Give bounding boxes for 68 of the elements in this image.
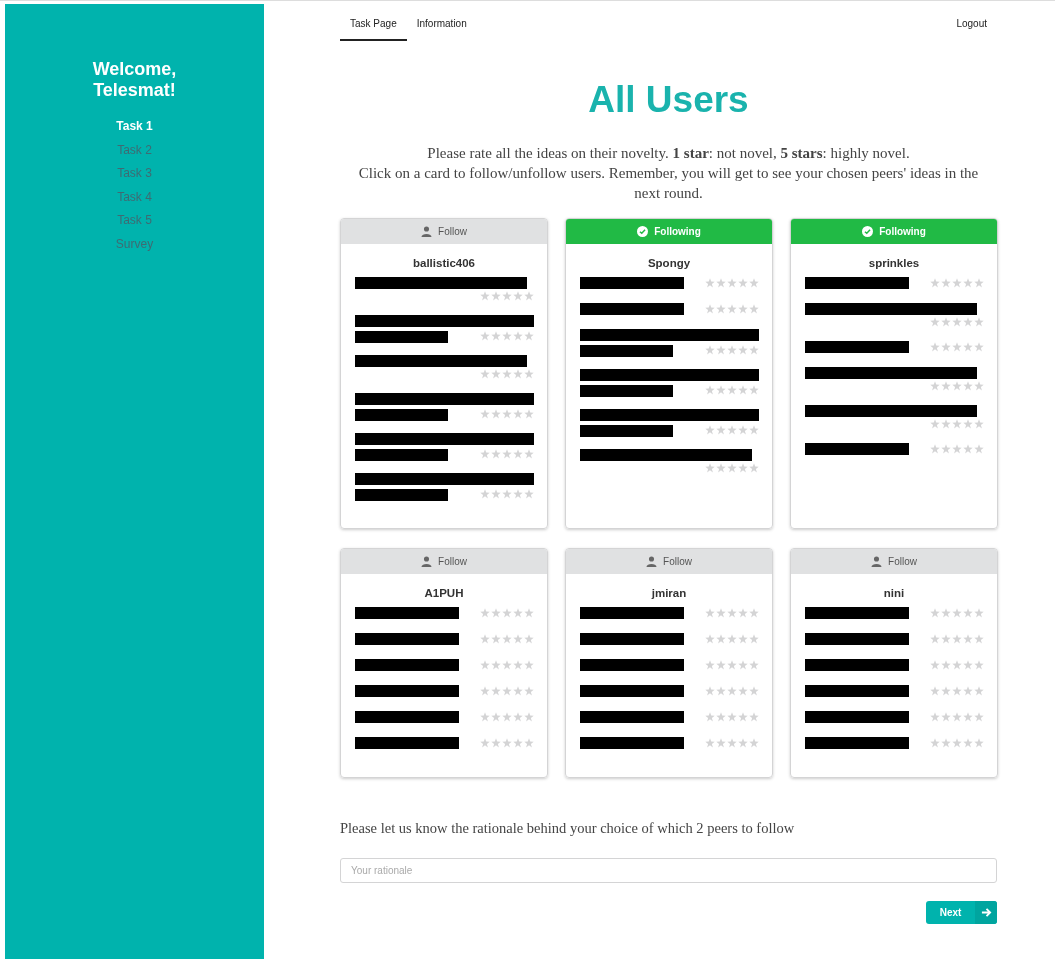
nav-tab[interactable]: Task Page xyxy=(340,4,407,41)
star-rating[interactable] xyxy=(705,278,759,288)
check-circle-icon xyxy=(637,226,649,237)
instruction-text: Click on a card to follow/unfollow users. Remember, you will get to see your chosen peers' ideas in the next round. xyxy=(357,164,980,203)
follow-button[interactable]: Follow xyxy=(791,549,997,574)
star-rating[interactable] xyxy=(705,712,759,722)
user-card[interactable]: Follow jmiran xyxy=(565,548,773,778)
star-rating[interactable] xyxy=(705,608,759,618)
star-rating[interactable] xyxy=(480,634,534,644)
star-rating[interactable] xyxy=(480,660,534,670)
rationale-prompt: Please let us know the rationale behind your choice of which 2 peers to follow xyxy=(340,820,796,837)
star-rating[interactable] xyxy=(930,381,984,391)
star-rating[interactable] xyxy=(480,409,534,419)
person-icon xyxy=(646,556,658,567)
star-rating[interactable] xyxy=(480,331,534,341)
star-rating[interactable] xyxy=(930,660,984,670)
star-rating[interactable] xyxy=(480,738,534,748)
user-card[interactable]: Following Spongy xyxy=(565,218,773,529)
star-rating[interactable] xyxy=(930,444,984,454)
user-name: A1PUH xyxy=(423,587,465,599)
user-name: sprinkles xyxy=(867,257,921,269)
star-rating[interactable] xyxy=(705,425,759,435)
star-rating[interactable] xyxy=(930,419,984,429)
star-rating[interactable] xyxy=(930,608,984,618)
follow-button[interactable]: Follow xyxy=(566,549,772,574)
check-circle-icon xyxy=(862,226,874,237)
user-name: jmiran xyxy=(650,587,688,599)
follow-button[interactable]: Follow xyxy=(341,219,547,244)
star-rating[interactable] xyxy=(705,385,759,395)
user-card[interactable]: Follow nini xyxy=(790,548,998,778)
person-icon xyxy=(421,226,433,237)
star-rating[interactable] xyxy=(930,686,984,696)
arrow-right-icon xyxy=(980,907,992,918)
welcome-heading: Welcome, Telesmat! xyxy=(91,59,178,101)
user-card[interactable]: Follow A1PUH xyxy=(340,548,548,778)
star-rating[interactable] xyxy=(480,608,534,618)
star-rating[interactable] xyxy=(705,463,759,473)
star-rating[interactable] xyxy=(930,738,984,748)
star-rating[interactable] xyxy=(705,345,759,355)
star-rating[interactable] xyxy=(480,291,534,301)
star-rating[interactable] xyxy=(705,686,759,696)
page-title: All Users xyxy=(587,79,750,121)
star-rating[interactable] xyxy=(930,342,984,352)
star-rating[interactable] xyxy=(480,449,534,459)
star-rating[interactable] xyxy=(480,712,534,722)
star-rating[interactable] xyxy=(930,712,984,722)
star-rating[interactable] xyxy=(705,634,759,644)
person-icon xyxy=(871,556,883,567)
star-rating[interactable] xyxy=(480,489,534,499)
star-rating[interactable] xyxy=(480,369,534,379)
star-rating[interactable] xyxy=(480,686,534,696)
star-rating[interactable] xyxy=(930,317,984,327)
logout-link[interactable]: Logout xyxy=(946,4,997,41)
person-icon xyxy=(421,556,433,567)
nav-tab[interactable]: Information xyxy=(406,4,477,41)
rationale-input[interactable]: Your rationale xyxy=(340,858,997,883)
star-rating[interactable] xyxy=(930,278,984,288)
star-rating[interactable] xyxy=(930,634,984,644)
follow-button[interactable]: Follow xyxy=(341,549,547,574)
user-card[interactable]: Follow ballistic406 xyxy=(340,218,548,529)
star-rating[interactable] xyxy=(705,660,759,670)
user-name: nini xyxy=(882,587,906,599)
user-card[interactable]: Following sprinkles xyxy=(790,218,998,529)
instruction-text: Please rate all the ideas on their novelty. 1 star: not novel, 5 stars: highly novel. xyxy=(426,144,911,163)
user-name: Spongy xyxy=(646,257,692,269)
star-rating[interactable] xyxy=(705,738,759,748)
user-name: ballistic406 xyxy=(412,257,476,269)
star-rating[interactable] xyxy=(705,304,759,314)
